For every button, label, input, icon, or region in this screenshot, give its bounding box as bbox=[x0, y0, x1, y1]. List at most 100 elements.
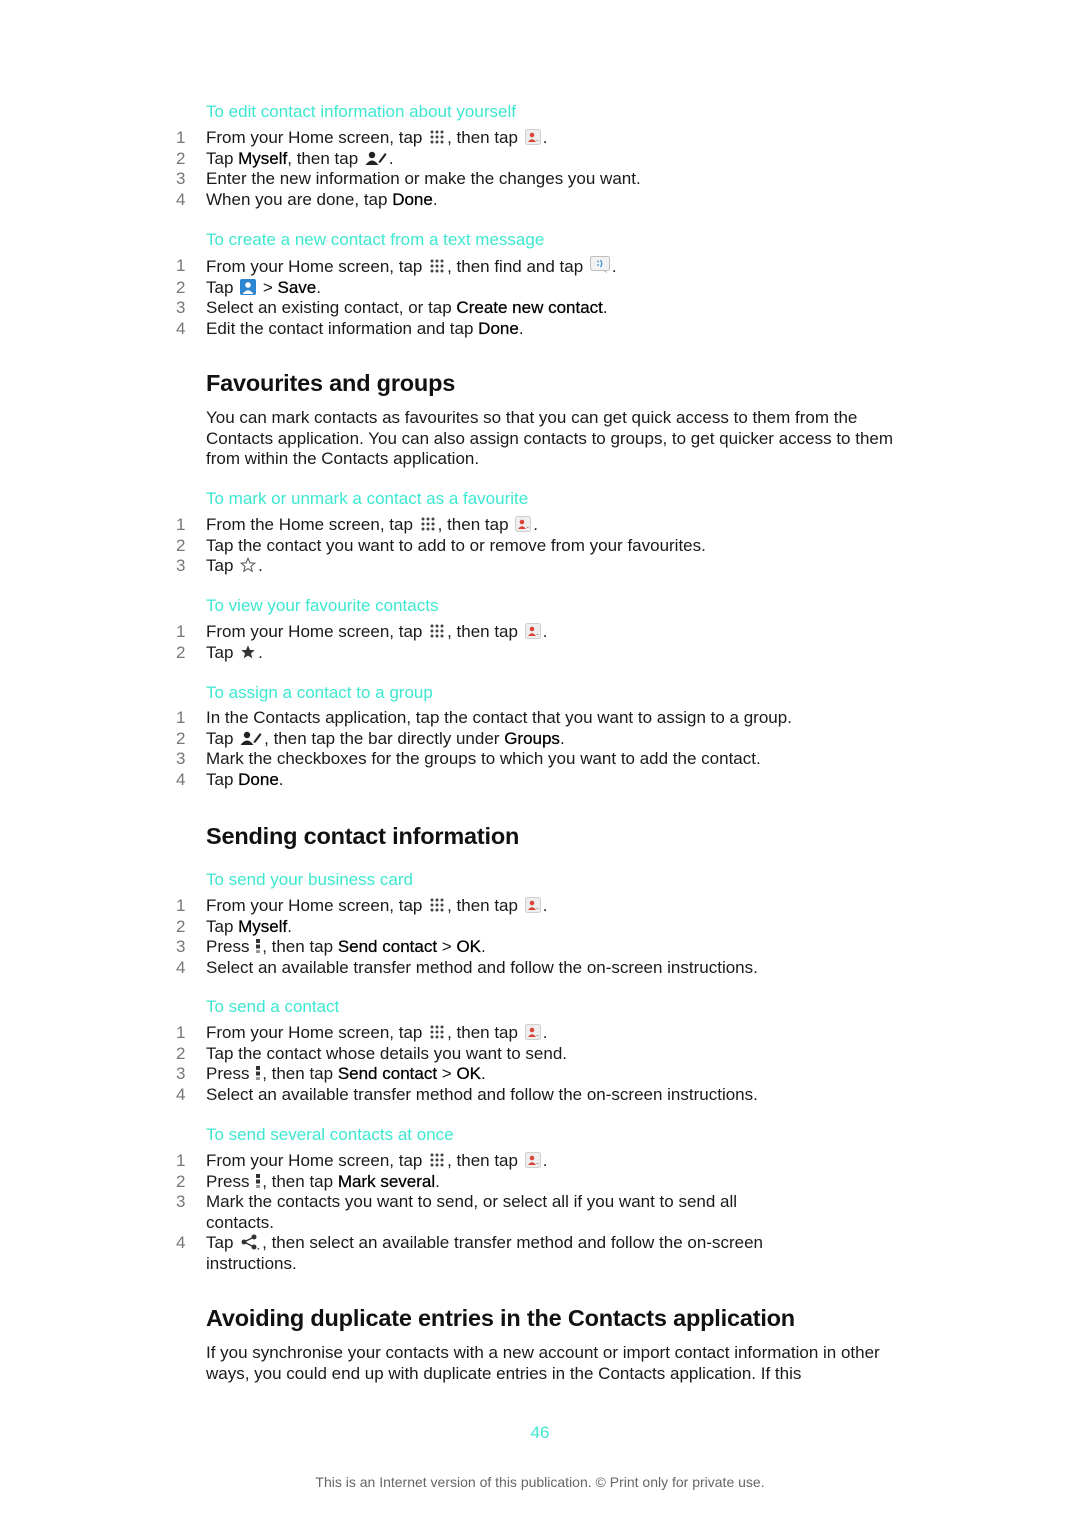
step-text: . bbox=[278, 769, 284, 789]
step-number: 1 bbox=[176, 708, 186, 727]
step-number: 1 bbox=[176, 896, 186, 915]
step-text: . bbox=[432, 189, 438, 209]
step: 4 Select an available transfer method and… bbox=[0, 1085, 1000, 1106]
step: 3 Mark the checkboxes for the groups to w… bbox=[0, 749, 1000, 770]
step: 1 From your Home screen, tap , then tap . bbox=[0, 1023, 1000, 1044]
step-text: Tap the contact whose details you want t… bbox=[206, 1043, 568, 1063]
ui-term: Myself bbox=[238, 916, 288, 936]
step-text: Tap the contact you want to add to or re… bbox=[206, 535, 706, 555]
step-text: , then tap bbox=[262, 937, 338, 956]
step-number: 2 bbox=[176, 277, 186, 297]
step-text: . bbox=[542, 1023, 548, 1042]
step-text: . bbox=[533, 515, 538, 534]
step-number: 3 bbox=[176, 937, 186, 956]
star-filled-icon bbox=[240, 644, 256, 660]
step-text: . bbox=[542, 128, 548, 147]
subheading-send-contact: To send a contact bbox=[206, 997, 340, 1016]
step-number: 3 bbox=[176, 169, 186, 188]
step-number: 2 bbox=[176, 535, 186, 555]
step-text: . bbox=[542, 1151, 548, 1170]
apps-grid-icon bbox=[429, 1152, 445, 1168]
step-number: 1 bbox=[176, 128, 186, 147]
page-number: 46 bbox=[530, 1423, 550, 1442]
step-text: Tap bbox=[206, 1233, 239, 1252]
step-text: In the Contacts application, tap the con… bbox=[206, 708, 792, 727]
step: 2 Tap . bbox=[0, 643, 1000, 664]
step-text: From your Home screen, tap bbox=[206, 896, 428, 915]
step-text: Tap bbox=[206, 556, 239, 575]
step: 2 Tap > Save. bbox=[0, 277, 1000, 299]
step-text: . bbox=[481, 1064, 486, 1083]
step-text: When you are done, tap bbox=[206, 189, 393, 209]
step: 2 Tap , then tap the bar directly under G… bbox=[0, 728, 1000, 750]
share-icon bbox=[240, 1234, 260, 1250]
step-number: 2 bbox=[176, 148, 186, 168]
step: 2 Tap Myself. bbox=[0, 916, 1000, 938]
subheading-mark-favourite: To mark or unmark a contact as a favouri… bbox=[206, 489, 529, 508]
step-text: . bbox=[559, 728, 565, 748]
step: 4 Select an available transfer method and… bbox=[0, 958, 1000, 979]
steps-view-favourites: 1 From your Home screen, tap , then tap .… bbox=[0, 622, 1000, 663]
step-text: , then tap bbox=[262, 1064, 338, 1083]
step-number: 4 bbox=[176, 318, 186, 338]
step-number: 2 bbox=[176, 728, 186, 748]
step: 2 Press , then tap Mark several. bbox=[0, 1171, 1000, 1193]
step: 3 Press , then tap Send contact > OK. bbox=[0, 1064, 1000, 1085]
step-text: . bbox=[602, 298, 608, 317]
apps-grid-icon bbox=[429, 623, 445, 639]
step-text: Tap bbox=[206, 728, 239, 748]
step-text: . bbox=[611, 257, 617, 276]
heading-sending-contact: Sending contact information bbox=[206, 823, 520, 849]
contacts-app-icon bbox=[525, 1024, 541, 1040]
steps-send-contact: 1 From your Home screen, tap , then tap .… bbox=[0, 1023, 1000, 1105]
apps-grid-icon bbox=[429, 1024, 445, 1040]
step-text: , then tap bbox=[287, 148, 363, 168]
step: 2 Tap Myself, then tap . bbox=[0, 148, 1000, 170]
step-number: 3 bbox=[176, 298, 186, 317]
step-text: Mark the checkboxes for the groups to wh… bbox=[206, 749, 761, 768]
step-text: . bbox=[481, 937, 486, 956]
step-number: 1 bbox=[176, 622, 186, 641]
ui-term: Save bbox=[277, 277, 317, 297]
step: 1 From your Home screen, tap , then tap . bbox=[0, 622, 1000, 643]
step-number: 1 bbox=[176, 256, 186, 275]
step: 1 From your Home screen, tap , then find … bbox=[0, 256, 1000, 278]
subheading-business-card: To send your business card bbox=[206, 870, 413, 889]
step-number: 2 bbox=[176, 642, 186, 662]
steps-send-several: 1 From your Home screen, tap , then tap .… bbox=[0, 1151, 1000, 1274]
step-text: , then tap bbox=[262, 1171, 338, 1191]
step-text: Enter the new information or make the ch… bbox=[206, 169, 641, 188]
apps-grid-icon bbox=[420, 516, 436, 532]
step-number: 1 bbox=[176, 1151, 186, 1170]
step: 4 Tap Done. bbox=[0, 769, 1000, 791]
step-text: . bbox=[258, 556, 263, 575]
steps-assign-group: 1 In the Contacts application, tap the co… bbox=[0, 708, 1000, 790]
subheading-assign-group: To assign a contact to a group bbox=[206, 683, 433, 702]
step-text: From your Home screen, tap bbox=[206, 1151, 428, 1170]
step-number: 4 bbox=[176, 189, 186, 209]
step-text: . bbox=[542, 896, 548, 915]
ui-term: Myself bbox=[238, 148, 288, 168]
step-text: Select an existing contact, or tap bbox=[206, 298, 457, 317]
step-text: > bbox=[437, 937, 457, 956]
heading-favourites-groups: Favourites and groups bbox=[206, 370, 456, 396]
contacts-app-icon bbox=[525, 1152, 541, 1168]
step-number: 4 bbox=[176, 1233, 186, 1252]
step: 2 Tap the contact you want to add to or r… bbox=[0, 536, 1000, 557]
ui-term: Create new contact bbox=[456, 298, 603, 317]
apps-grid-icon bbox=[429, 258, 445, 274]
step-text: From your Home screen, tap bbox=[206, 257, 428, 276]
step-number: 2 bbox=[176, 1043, 186, 1063]
step-text: , then tap bbox=[447, 622, 523, 641]
contacts-app-icon bbox=[525, 623, 541, 639]
steps-mark-favourite: 1 From the Home screen, tap , then tap . … bbox=[0, 515, 1000, 577]
step-number: 1 bbox=[176, 1023, 186, 1042]
star-outline-icon bbox=[240, 557, 256, 573]
step-text: Edit the contact information and tap bbox=[206, 318, 479, 338]
step: 4 When you are done, tap Done. bbox=[0, 189, 1000, 211]
step-text: , then tap bbox=[447, 128, 523, 147]
step-text: . bbox=[388, 148, 394, 168]
step-number: 4 bbox=[176, 1084, 186, 1104]
ui-term: Done bbox=[478, 318, 519, 338]
step: 3 Tap . bbox=[0, 556, 1000, 577]
